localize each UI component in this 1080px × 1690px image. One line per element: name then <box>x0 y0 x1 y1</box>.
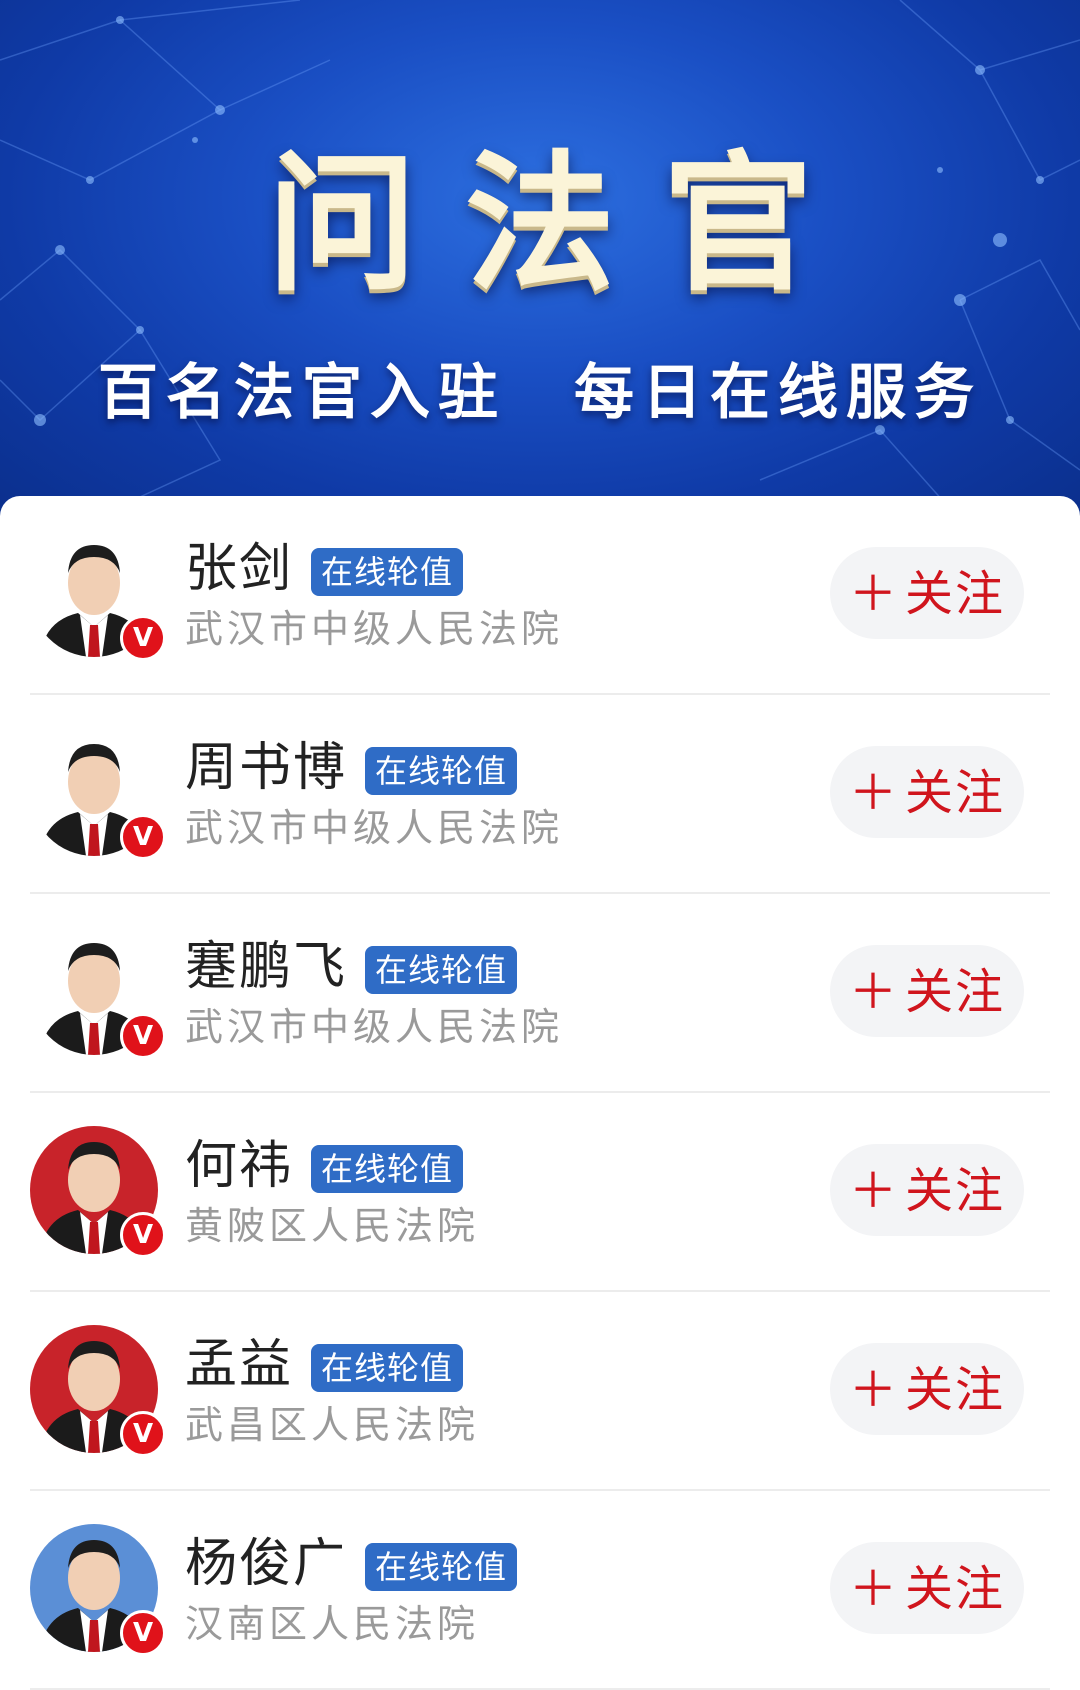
verified-icon: V <box>120 1411 166 1457</box>
judge-court: 武昌区人民法院 <box>185 1403 480 1447</box>
plus-icon: ＋ <box>848 1362 899 1418</box>
judge-avatar[interactable]: V <box>30 927 166 1059</box>
judge-name: 张剑 <box>185 539 294 599</box>
follow-button[interactable]: ＋关注 <box>830 746 1024 838</box>
judge-row[interactable]: V 杨俊广 在线轮值 汉南区人民法院 ＋关注 <box>0 1491 1080 1690</box>
follow-label: 关注 <box>905 1163 1006 1219</box>
judge-name: 孟益 <box>185 1335 294 1395</box>
follow-button[interactable]: ＋关注 <box>830 945 1024 1037</box>
on-duty-badge: 在线轮值 <box>365 1543 518 1591</box>
judge-name: 杨俊广 <box>185 1534 348 1594</box>
judge-row[interactable]: V 周书博 在线轮值 武汉市中级人民法院 ＋关注 <box>0 695 1080 894</box>
on-duty-badge: 在线轮值 <box>311 1145 464 1193</box>
judge-avatar[interactable]: V <box>30 728 166 860</box>
verified-icon: V <box>120 1013 166 1059</box>
judge-name: 何祎 <box>185 1136 294 1196</box>
plus-icon: ＋ <box>848 1163 899 1219</box>
judge-court: 武汉市中级人民法院 <box>185 607 564 651</box>
judge-row[interactable]: V 蹇鹏飞 在线轮值 武汉市中级人民法院 ＋关注 <box>0 894 1080 1093</box>
judge-avatar[interactable]: V <box>30 1126 166 1258</box>
on-duty-badge: 在线轮值 <box>311 1344 464 1392</box>
follow-label: 关注 <box>905 765 1006 821</box>
follow-label: 关注 <box>905 1362 1006 1418</box>
follow-label: 关注 <box>905 1561 1006 1617</box>
on-duty-badge: 在线轮值 <box>311 548 464 596</box>
judge-court: 武汉市中级人民法院 <box>185 1005 564 1049</box>
on-duty-badge: 在线轮值 <box>365 747 518 795</box>
follow-button[interactable]: ＋关注 <box>830 1144 1024 1236</box>
judge-name: 蹇鹏飞 <box>185 937 348 997</box>
banner: 问法官 百名法官入驻 每日在线服务 <box>0 0 1080 520</box>
follow-button[interactable]: ＋关注 <box>830 1542 1024 1634</box>
follow-button[interactable]: ＋关注 <box>830 547 1024 639</box>
plus-icon: ＋ <box>848 1561 899 1617</box>
on-duty-badge: 在线轮值 <box>365 946 518 994</box>
judge-name: 周书博 <box>185 738 348 798</box>
judge-court: 武汉市中级人民法院 <box>185 806 564 850</box>
judge-avatar[interactable]: V <box>30 1325 166 1457</box>
verified-icon: V <box>120 814 166 860</box>
banner-subtitle: 百名法官入驻 每日在线服务 <box>98 358 982 428</box>
judge-court: 黄陂区人民法院 <box>185 1204 480 1248</box>
verified-icon: V <box>120 615 166 661</box>
follow-label: 关注 <box>905 566 1006 622</box>
verified-icon: V <box>120 1212 166 1258</box>
follow-button[interactable]: ＋关注 <box>830 1343 1024 1435</box>
follow-label: 关注 <box>905 964 1006 1020</box>
judge-list: V 张剑 在线轮值 武汉市中级人民法院 ＋关注 V 周书博 在线轮值 武汉市中级… <box>0 496 1080 1690</box>
judge-row[interactable]: V 孟益 在线轮值 武昌区人民法院 ＋关注 <box>0 1292 1080 1491</box>
judge-court: 汉南区人民法院 <box>185 1602 480 1646</box>
verified-icon: V <box>120 1610 166 1656</box>
plus-icon: ＋ <box>848 765 899 821</box>
plus-icon: ＋ <box>848 964 899 1020</box>
judge-avatar[interactable]: V <box>30 1524 166 1656</box>
judge-avatar[interactable]: V <box>30 529 166 661</box>
banner-title: 问法官 <box>266 138 861 312</box>
judge-row[interactable]: V 张剑 在线轮值 武汉市中级人民法院 ＋关注 <box>0 496 1080 695</box>
plus-icon: ＋ <box>848 566 899 622</box>
judge-row[interactable]: V 何祎 在线轮值 黄陂区人民法院 ＋关注 <box>0 1093 1080 1292</box>
